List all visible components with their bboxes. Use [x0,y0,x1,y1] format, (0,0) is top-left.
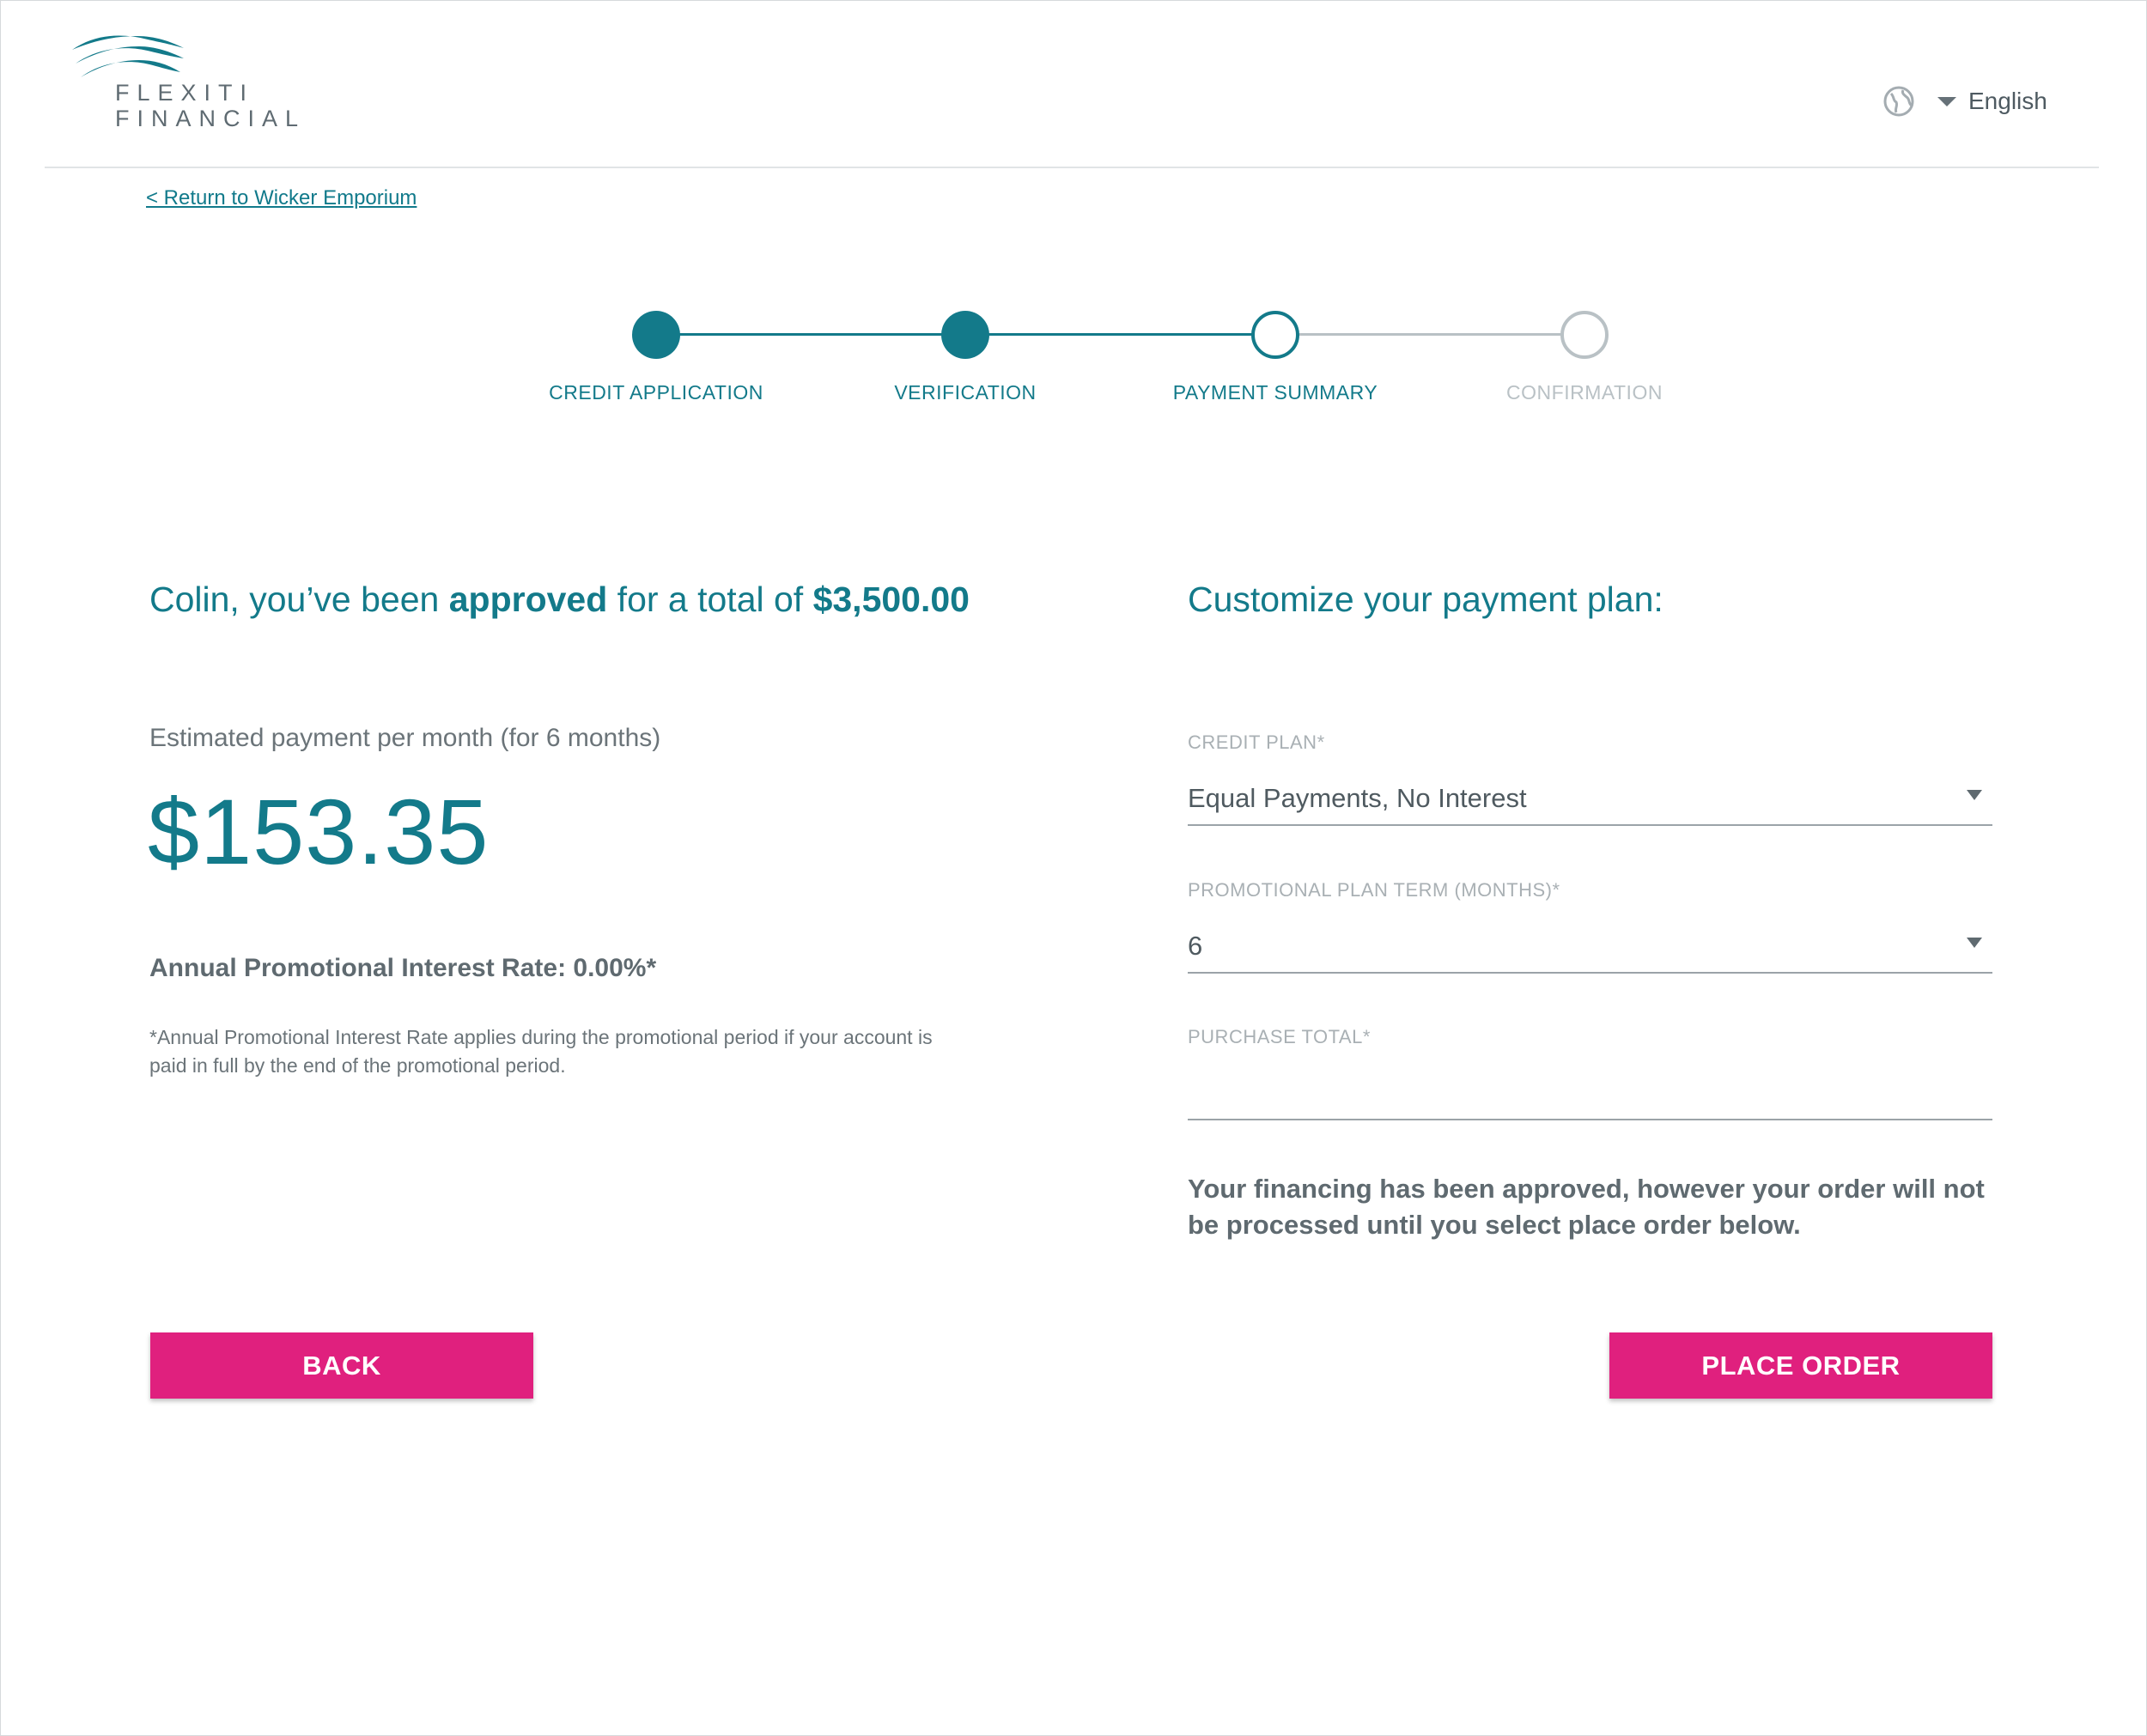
approval-headline: Colin, you’ve been approved for a total … [149,580,970,620]
plan-term-select[interactable]: 6 [1188,924,1992,974]
place-order-button[interactable]: PLACE ORDER [1609,1332,1992,1399]
approval-greeting: Colin, you’ve been [149,580,449,619]
interest-rate-line: Annual Promotional Interest Rate: 0.00%* [149,954,657,982]
credit-plan-select[interactable]: Equal Payments, No Interest [1188,776,1992,826]
step-connector-1 [656,333,965,336]
credit-plan-label: CREDIT PLAN* [1188,731,1325,753]
monthly-payment-amount: $153.35 [148,780,490,883]
step-label-verification: VERIFICATION [894,381,1037,404]
estimated-payment-label: Estimated payment per month (for 6 month… [149,724,661,752]
step-label-payment-summary: PAYMENT SUMMARY [1172,381,1378,404]
order-notice: Your financing has been approved, howeve… [1188,1174,1985,1240]
interest-rate-footnote: *Annual Promotional Interest Rate applie… [149,1026,933,1077]
step-dot-credit-application [632,311,680,359]
chevron-down-icon [1967,938,1982,948]
approval-status-word: approved [448,580,608,619]
plan-section-title: Customize your payment plan: [1188,580,1663,619]
language-label: English [1968,88,2047,114]
plan-term-label: PROMOTIONAL PLAN TERM (MONTHS)* [1188,879,1560,901]
back-button[interactable]: BACK [150,1332,533,1399]
purchase-total-input[interactable] [1188,1071,1992,1120]
credit-plan-value: Equal Payments, No Interest [1188,783,1527,813]
step-connector-2 [965,333,1275,336]
flexiti-logo: FLEXITI FINANCIAL [69,33,298,131]
step-dot-verification [941,311,989,359]
purchase-total-label: PURCHASE TOTAL* [1188,1026,1371,1047]
step-label-confirmation: CONFIRMATION [1506,381,1663,404]
logo-text-line2: FINANCIAL [115,106,307,131]
approval-total-amount: $3,500.00 [812,580,970,619]
header-divider [45,167,2099,168]
plan-term-value: 6 [1188,931,1203,961]
globe-icon [1883,86,1914,117]
step-dot-payment-summary [1251,311,1299,359]
caret-down-icon [1937,96,1956,106]
logo-text-line1: FLEXITI [115,80,255,106]
step-dot-confirmation [1560,311,1609,359]
step-connector-3 [1275,333,1584,336]
return-to-merchant-link[interactable]: < Return to Wicker Emporium [146,186,417,210]
language-selector[interactable]: English [1882,84,2047,118]
step-label-credit-application: CREDIT APPLICATION [549,381,763,404]
approval-middle-text: for a total of [607,580,813,619]
chevron-down-icon [1967,790,1982,800]
